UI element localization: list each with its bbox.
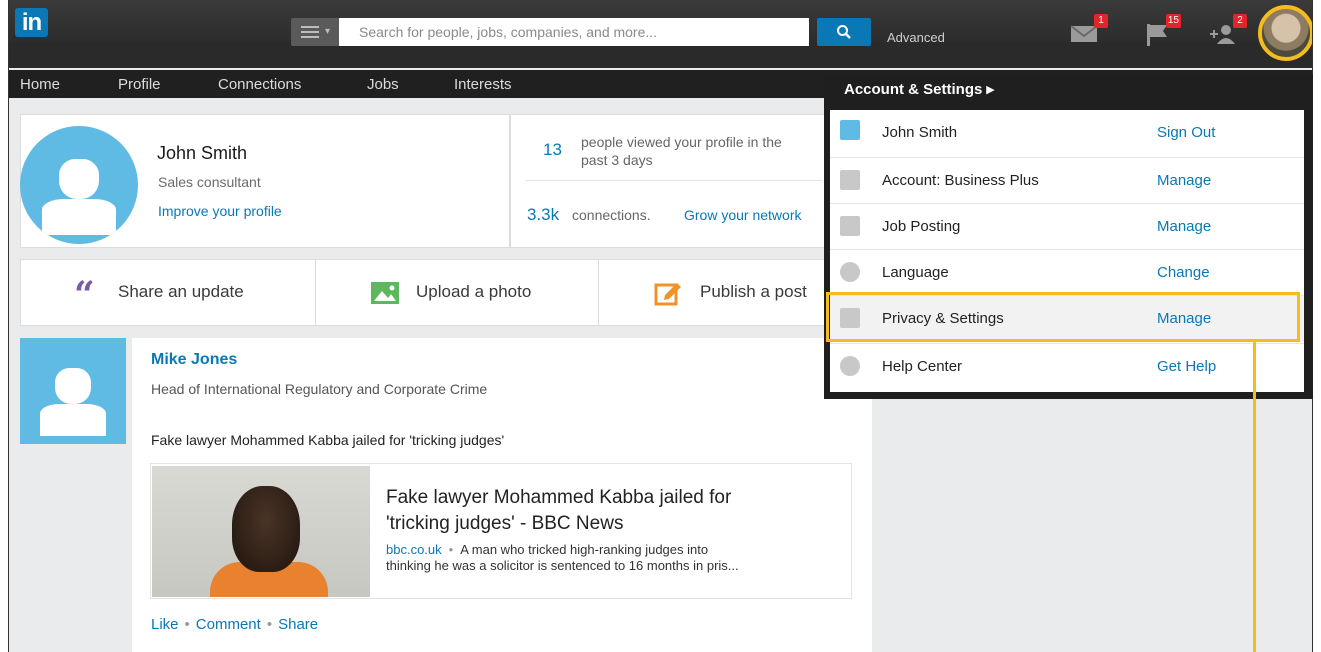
- dropdown-label-name[interactable]: John Smith: [882, 124, 957, 141]
- share-divider: [315, 260, 316, 326]
- help-icon: [840, 356, 860, 376]
- link-preview-image[interactable]: [152, 466, 370, 597]
- profile-views-count[interactable]: 13: [543, 140, 562, 160]
- person-icon-body: [40, 403, 106, 436]
- link-desc-text-1: A man who tricked high-ranking judges in…: [460, 542, 709, 557]
- search-category-menu[interactable]: ▾: [291, 18, 339, 46]
- nav-jobs[interactable]: Jobs: [367, 76, 399, 93]
- profile-title: Sales consultant: [158, 174, 261, 190]
- publish-post-label: Publish a post: [700, 282, 807, 301]
- link-title-line-2: 'tricking judges' - BBC News: [386, 513, 624, 534]
- nav-connections[interactable]: Connections: [218, 76, 301, 93]
- upload-photo-label: Upload a photo: [416, 282, 532, 301]
- nav-interests[interactable]: Interests: [454, 76, 512, 93]
- improve-profile-link[interactable]: Improve your profile: [158, 203, 282, 219]
- link-title-line-1: Fake lawyer Mohammed Kabba jailed for: [386, 487, 732, 508]
- globe-icon: [840, 262, 860, 282]
- share-update-button[interactable]: “ Share an update: [74, 274, 274, 316]
- edit-icon: [654, 283, 681, 306]
- link-preview-description: bbc.co.uk • A man who tricked high-ranking…: [386, 542, 856, 574]
- connections-text: connections.: [572, 207, 651, 223]
- person-icon: [54, 367, 92, 404]
- post-author-title: Head of International Regulatory and Cor…: [151, 381, 488, 397]
- notifications-badge: 15: [1165, 14, 1181, 28]
- publish-post-button[interactable]: Publish a post: [654, 280, 824, 306]
- sign-out-link[interactable]: Sign Out: [1157, 124, 1215, 141]
- profile-avatar[interactable]: [20, 126, 138, 244]
- link-preview-title[interactable]: Fake lawyer Mohammed Kabba jailed for 't…: [386, 485, 826, 537]
- invitations-button[interactable]: 2: [1209, 14, 1247, 44]
- separator-dot: •: [184, 616, 190, 633]
- privacy-settings-highlight: [826, 292, 1300, 342]
- account-avatar-button[interactable]: [1258, 5, 1312, 61]
- person-icon: [58, 159, 100, 200]
- image-face: [232, 486, 300, 572]
- manage-job-posting-link[interactable]: Manage: [1157, 218, 1211, 235]
- messages-button[interactable]: 1: [1070, 14, 1108, 44]
- search-icon: [837, 25, 851, 39]
- post-author-name[interactable]: Mike Jones: [151, 351, 237, 369]
- get-help-link[interactable]: Get Help: [1157, 358, 1216, 375]
- profile-views-text: people viewed your profile in the: [581, 134, 782, 150]
- account-settings-header[interactable]: Account & Settings ▸: [844, 80, 994, 98]
- quote-icon: “: [74, 274, 95, 316]
- linkedin-logo[interactable]: in: [15, 8, 48, 37]
- chevron-down-icon: ▾: [325, 26, 331, 37]
- messages-badge: 1: [1094, 14, 1108, 28]
- top-bar: in ▾ Advanced 1 15 2: [9, 0, 1312, 68]
- upload-photo-button[interactable]: Upload a photo: [371, 280, 571, 306]
- account-icon: [840, 170, 860, 190]
- nav-home[interactable]: Home: [20, 76, 60, 93]
- stats-divider: [526, 180, 822, 181]
- share-update-label: Share an update: [118, 282, 244, 301]
- post-text: Fake lawyer Mohammed Kabba jailed for 't…: [151, 432, 505, 448]
- highlight-connector-line: [1253, 342, 1256, 652]
- user-icon: [840, 120, 860, 140]
- separator-dot: •: [448, 542, 454, 557]
- profile-name[interactable]: John Smith: [157, 143, 247, 164]
- post-author-avatar[interactable]: [20, 338, 126, 444]
- notifications-button[interactable]: 15: [1143, 14, 1181, 46]
- share-divider: [598, 260, 599, 326]
- grow-network-link[interactable]: Grow your network: [684, 206, 801, 224]
- dropdown-label-help: Help Center: [882, 358, 963, 375]
- comment-button[interactable]: Comment: [196, 616, 261, 633]
- nav-profile[interactable]: Profile: [118, 76, 161, 93]
- connections-count[interactable]: 3.3k: [527, 205, 559, 225]
- dropdown-label-job-posting: Job Posting: [882, 218, 961, 235]
- profile-views-text-2: past 3 days: [581, 152, 653, 168]
- link-domain: bbc.co.uk: [386, 542, 442, 557]
- post-actions: Like • Comment • Share: [151, 616, 318, 633]
- search-input[interactable]: [339, 18, 809, 46]
- photo-icon: [371, 282, 399, 304]
- link-desc-line-1: bbc.co.uk • A man who tricked high-ranking…: [386, 542, 856, 558]
- invitations-badge: 2: [1233, 14, 1247, 28]
- like-button[interactable]: Like: [151, 616, 179, 633]
- advanced-search-link[interactable]: Advanced: [887, 30, 945, 45]
- separator-dot: •: [266, 616, 273, 633]
- person-icon-body: [42, 199, 116, 235]
- menu-icon: [301, 26, 319, 38]
- dropdown-label-account: Account: Business Plus: [882, 172, 1039, 189]
- change-language-link[interactable]: Change: [1157, 264, 1210, 281]
- share-button[interactable]: Share: [278, 616, 318, 633]
- search-button[interactable]: [817, 18, 871, 46]
- dropdown-label-language: Language: [882, 264, 949, 281]
- link-desc-line-2: thinking he was a solicitor is sentenced…: [386, 558, 739, 573]
- manage-account-link[interactable]: Manage: [1157, 172, 1211, 189]
- briefcase-icon: [840, 216, 860, 236]
